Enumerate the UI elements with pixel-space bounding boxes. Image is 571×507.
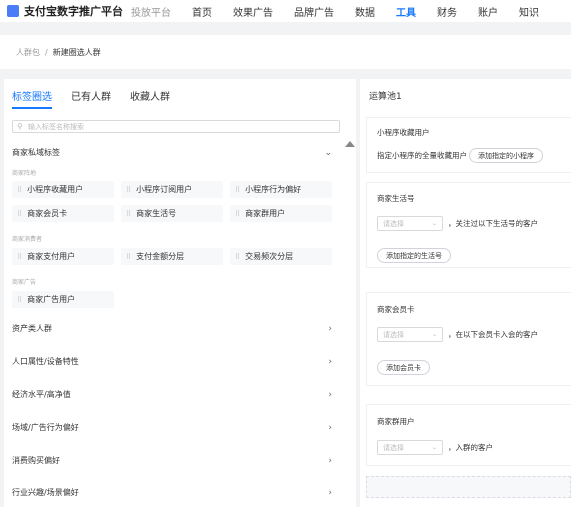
section-title: 商家私域标签 [12, 148, 60, 157]
breadcrumb: 人群包 / 新建圈选人群 [0, 35, 571, 69]
add-life-account-button[interactable]: 添加指定的生活号 [377, 248, 451, 263]
drag-handle-icon[interactable]: ⠿ [126, 186, 131, 194]
card-title: 商家群用户 [377, 417, 415, 426]
category-demographics[interactable]: 人口属性/设备特性 › [12, 356, 332, 367]
tag-chip[interactable]: ⠿ 小程序行为偏好 [230, 181, 332, 198]
group-select[interactable]: 请选择 ⌄ [377, 440, 443, 455]
category-economic-level[interactable]: 经济水平/高净值 › [12, 389, 332, 400]
nav-data[interactable]: 数据 [355, 4, 375, 19]
nav-home[interactable]: 首页 [192, 4, 212, 19]
card-condition-text: ，在以下会员卡入会的客户 [448, 330, 538, 339]
add-membership-card-button[interactable]: 添加会员卡 [377, 360, 430, 375]
app-subtitle: 投放平台 [131, 7, 171, 19]
breadcrumb-parent[interactable]: 人群包 [16, 47, 40, 58]
scrollbar[interactable] [344, 141, 355, 507]
group-label-merchant-position: 商家阵地 [12, 170, 37, 177]
nav-finance[interactable]: 财务 [437, 4, 457, 19]
tag-chip[interactable]: ⠿ 商家支付用户 [12, 248, 114, 265]
membership-card-select[interactable]: 请选择 ⌄ [377, 327, 443, 342]
tag-chip[interactable]: ⠿ 小程序收藏用户 [12, 181, 114, 198]
drag-handle-icon[interactable]: ⠿ [17, 253, 22, 261]
tag-search-box[interactable]: ⚲ [12, 120, 340, 133]
card-row: 请选择 ⌄ ，关注过以下生活号的客户 [377, 216, 538, 231]
nav-account[interactable]: 账户 [478, 4, 498, 19]
tag-selection-panel: 标签圈选 已有人群 收藏人群 ⚲ 商家私域标签 ⌄ 商家阵地 ⠿小程序收藏用户 … [4, 79, 356, 507]
category-ad-behavior[interactable]: 场域/广告行为偏好 › [12, 422, 332, 433]
chevron-right-icon: › [328, 487, 332, 498]
tag-chip[interactable]: ⠿ 小程序订阅用户 [121, 181, 223, 198]
card-condition-text: ，入群的客户 [448, 443, 493, 452]
card-title: 商家生活号 [377, 194, 415, 203]
pool-title: 运算池1 [369, 92, 402, 102]
section-merchant-private-tags[interactable]: 商家私域标签 ⌄ [12, 147, 332, 158]
tag-search-input[interactable] [28, 122, 328, 131]
chevron-right-icon: › [328, 389, 332, 400]
drag-handle-icon[interactable]: ⠿ [17, 210, 22, 218]
logo-icon [7, 5, 19, 17]
card-row: 指定小程序的全量收藏用户 添加指定的小程序 [377, 148, 543, 163]
tag-chip[interactable]: ⠿ 商家生活号 [121, 205, 223, 222]
tag-chip[interactable]: ⠿ 商家广告用户 [12, 291, 114, 308]
chevron-down-icon: ⌄ [431, 444, 437, 451]
drag-handle-icon[interactable]: ⠿ [235, 186, 240, 194]
chevron-right-icon: › [328, 422, 332, 433]
card-title: 小程序收藏用户 [377, 128, 430, 137]
tag-chip[interactable]: ⠿ 交易频次分层 [230, 248, 332, 265]
drag-handle-icon[interactable]: ⠿ [17, 186, 22, 194]
card-row: 请选择 ⌄ ，在以下会员卡入会的客户 [377, 327, 538, 342]
chevron-right-icon: › [328, 356, 332, 367]
category-industry-interest[interactable]: 行业兴趣/场景偏好 › [12, 487, 332, 498]
chevron-down-icon: ⌄ [431, 220, 437, 227]
nav-performance-ads[interactable]: 效果广告 [233, 4, 273, 19]
operation-pool-panel: 运算池1 小程序收藏用户 指定小程序的全量收藏用户 添加指定的小程序 商家生活号… [360, 79, 571, 507]
group-label-merchant-consumers: 商家消费者 [12, 236, 43, 243]
card-title: 商家会员卡 [377, 305, 415, 314]
card-row: 添加指定的生活号 [377, 248, 451, 263]
drag-handle-icon[interactable]: ⠿ [126, 253, 131, 261]
tab-tag-selection[interactable]: 标签圈选 [12, 88, 52, 109]
scroll-up-arrow-icon[interactable] [345, 141, 355, 147]
tab-bar: 标签圈选 已有人群 收藏人群 [12, 88, 189, 109]
chevron-down-icon: ⌄ [324, 147, 332, 158]
group-label-merchant-ads: 商家广告 [12, 279, 37, 286]
top-bar: 支付宝数字推广平台 投放平台 首页 效果广告 品牌广告 数据 工具 财务 账户 … [0, 0, 571, 22]
card-description: 指定小程序的全量收藏用户 [377, 151, 467, 160]
category-consumption[interactable]: 消费购买偏好 › [12, 455, 332, 466]
tag-chip[interactable]: ⠿ 商家群用户 [230, 205, 332, 222]
search-icon: ⚲ [17, 121, 23, 131]
tab-existing-audience[interactable]: 已有人群 [71, 88, 111, 109]
drag-handle-icon[interactable]: ⠿ [17, 296, 22, 304]
card-row: 请选择 ⌄ ，入群的客户 [377, 440, 493, 455]
add-miniprogram-button[interactable]: 添加指定的小程序 [469, 148, 543, 163]
life-account-select[interactable]: 请选择 ⌄ [377, 216, 443, 231]
drag-handle-icon[interactable]: ⠿ [235, 253, 240, 261]
nav-tools[interactable]: 工具 [396, 4, 416, 19]
tag-chip[interactable]: ⠿ 支付金额分层 [121, 248, 223, 265]
nav-brand-ads[interactable]: 品牌广告 [294, 4, 334, 19]
breadcrumb-current: 新建圈选人群 [52, 47, 101, 57]
pool-card-group-users: 商家群用户 请选择 ⌄ ，入群的客户 [366, 404, 571, 466]
drag-handle-icon[interactable]: ⠿ [235, 210, 240, 218]
pool-card-membership: 商家会员卡 请选择 ⌄ ，在以下会员卡入会的客户 添加会员卡 [366, 292, 571, 386]
chevron-down-icon: ⌄ [431, 331, 437, 338]
main-nav: 首页 效果广告 品牌广告 数据 工具 财务 账户 知识 [192, 0, 560, 22]
chevron-right-icon: › [328, 455, 332, 466]
card-condition-text: ，关注过以下生活号的客户 [448, 219, 538, 228]
breadcrumb-separator: / [45, 47, 48, 57]
pool-card-miniprogram-favorites: 小程序收藏用户 指定小程序的全量收藏用户 添加指定的小程序 [366, 117, 571, 173]
tab-favorite-audience[interactable]: 收藏人群 [130, 88, 170, 109]
tag-chip[interactable]: ⠿ 商家会员卡 [12, 205, 114, 222]
drag-handle-icon[interactable]: ⠿ [126, 210, 131, 218]
drop-zone[interactable] [366, 476, 571, 498]
pool-card-life-account: 商家生活号 请选择 ⌄ ，关注过以下生活号的客户 添加指定的生活号 [366, 182, 571, 268]
app-title[interactable]: 支付宝数字推广平台 [24, 3, 123, 19]
card-row: 添加会员卡 [377, 360, 430, 375]
category-assets[interactable]: 资产类人群 › [12, 323, 332, 334]
nav-knowledge[interactable]: 知识 [519, 4, 539, 19]
chevron-right-icon: › [328, 323, 332, 334]
